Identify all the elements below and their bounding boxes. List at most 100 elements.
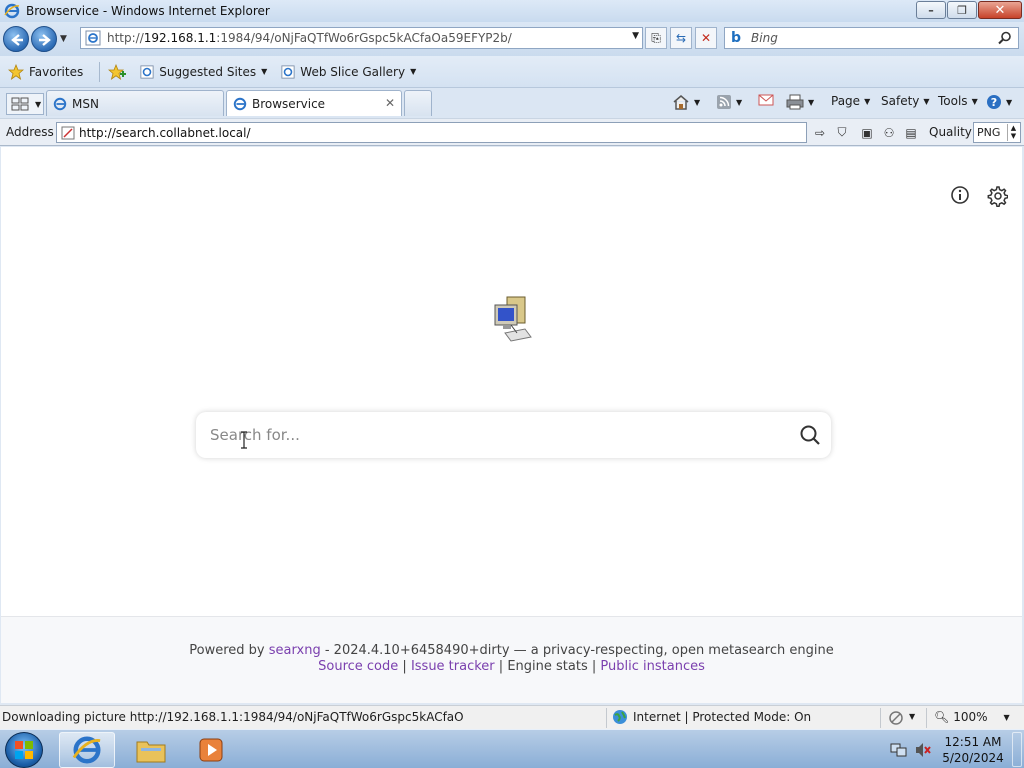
compatibility-icon: ⎘ (651, 30, 661, 45)
start-button[interactable] (5, 732, 43, 768)
help-menu[interactable]: ? ▼ (986, 94, 1012, 110)
web-slice-gallery-link[interactable]: Web Slice Gallery ▼ (281, 65, 416, 79)
chevron-down-icon: ▼ (864, 96, 871, 106)
chevron-down-icon[interactable]: ▼ (808, 98, 814, 107)
page-menu[interactable]: Page ▼ (831, 94, 870, 108)
issue-tracker-link[interactable]: Issue tracker (411, 659, 495, 674)
tab-browservice[interactable]: Browservice ✕ (226, 90, 402, 116)
bookmark-button[interactable]: ⛉ (832, 123, 852, 142)
url-bar[interactable]: http://192.168.1.1:1984/94/oNjFaQTfWo6rG… (80, 27, 643, 49)
public-instances-link[interactable]: Public instances (600, 659, 704, 674)
tools-menu[interactable]: Tools ▼ (938, 94, 978, 108)
chevron-down-icon[interactable]: ▼ (261, 67, 267, 76)
page-broken-icon (61, 126, 75, 139)
quality-spinner[interactable]: ▲ ▼ (1007, 124, 1019, 141)
search-input[interactable] (210, 421, 770, 449)
close-window-button[interactable]: ✕ (978, 1, 1022, 19)
footer-separator: | (498, 659, 504, 674)
taskbar-internet-explorer[interactable] (59, 732, 115, 768)
new-tab-button[interactable] (404, 90, 432, 116)
refresh-button[interactable]: ⇆ (670, 27, 692, 49)
compatibility-view-button[interactable]: ⎘ (645, 27, 667, 49)
quick-tabs-button[interactable]: ▼ (6, 93, 44, 115)
safety-menu[interactable]: Safety ▼ (881, 94, 930, 108)
recent-pages-dropdown[interactable]: ▼ (60, 34, 67, 44)
quality-select[interactable]: PNG ▲ ▼ (973, 122, 1021, 143)
popup-blocker-dropdown[interactable]: ▼ (909, 712, 915, 721)
rss-feed-icon (717, 95, 731, 109)
address-field[interactable]: http://search.collabnet.local/ (56, 122, 807, 143)
url-text[interactable]: http://192.168.1.1:1984/94/oNjFaQTfWo6rG… (107, 31, 512, 45)
find-button[interactable]: ⚇ (879, 123, 899, 142)
status-divider (880, 708, 881, 728)
taskbar-file-explorer[interactable] (123, 732, 179, 768)
url-history-dropdown[interactable]: ▼ (632, 31, 639, 41)
close-icon: ✕ (994, 2, 1006, 18)
info-icon[interactable] (950, 185, 970, 205)
clipboard-button[interactable]: ▤ (901, 123, 921, 142)
folder-icon (136, 741, 166, 763)
read-mail-button[interactable] (758, 94, 774, 106)
close-tab-icon[interactable]: ✕ (385, 96, 395, 110)
volume-muted-icon[interactable] (914, 742, 932, 758)
web-slice-gallery-label: Web Slice Gallery (300, 64, 406, 79)
footer-separator: | (402, 659, 407, 674)
back-button[interactable] (3, 26, 29, 52)
quality-label: Quality (929, 125, 972, 139)
chevron-down-icon[interactable]: ▼ (736, 98, 742, 107)
forward-button[interactable] (31, 26, 57, 52)
search-icon[interactable] (799, 424, 821, 446)
engine-stats-link[interactable]: Engine stats (507, 659, 587, 674)
minimize-icon: – (928, 3, 934, 17)
suggested-sites-link[interactable]: Suggested Sites ▼ (140, 65, 267, 79)
stop-button[interactable]: ✕ (695, 27, 717, 49)
favorites-star-icon (8, 63, 24, 80)
media-player-icon (199, 738, 223, 762)
go-button[interactable]: ⇨ (810, 123, 830, 142)
save-page-button[interactable]: ▣ (857, 123, 877, 142)
chevron-down-icon[interactable]: ▼ (694, 98, 700, 107)
ie-tab-icon (233, 97, 247, 110)
favorites-bar: Favorites Suggested Sites ▼ Web Slice Ga… (0, 56, 1024, 88)
search-box[interactable] (196, 412, 831, 458)
gear-icon[interactable] (986, 185, 1008, 207)
search-icon[interactable] (998, 31, 1012, 45)
security-zone[interactable]: Internet | Protected Mode: On (612, 709, 811, 725)
tab-list-dropdown[interactable]: ▼ (35, 100, 41, 109)
zoom-dropdown[interactable]: ▼ (1004, 713, 1010, 722)
bing-search-box[interactable]: b Bing ▼ (724, 27, 1019, 49)
minimize-button[interactable]: – (916, 1, 946, 19)
favorites-button[interactable]: Favorites (8, 63, 83, 80)
status-bar: Downloading picture http://192.168.1.1:1… (0, 705, 1024, 729)
popup-blocker-icon[interactable] (888, 710, 904, 726)
add-favorite-star-icon (108, 63, 127, 80)
home-button[interactable]: ▼ (672, 94, 700, 110)
version-text: - 2024.4.10+6458490+dirty — a privacy-re… (324, 643, 834, 658)
maximize-button[interactable]: ❐ (947, 1, 977, 19)
back-arrow-icon (11, 34, 23, 46)
add-to-favorites-bar-button[interactable] (108, 63, 127, 80)
chevron-down-icon[interactable]: ▼ (410, 67, 416, 76)
bookmark-icon: ⛉ (837, 125, 847, 139)
printer-icon (786, 94, 804, 110)
footer-separator: | (591, 659, 597, 674)
quality-value: PNG (977, 126, 1001, 139)
globe-icon (613, 710, 627, 724)
zoom-control[interactable]: 🔍︎ 100% ▼ (934, 710, 1010, 724)
tab-msn[interactable]: MSN (46, 90, 224, 116)
network-icon[interactable] (890, 742, 908, 758)
chevron-down-icon: ▼ (1006, 97, 1013, 107)
searxng-link[interactable]: searxng (269, 643, 321, 658)
feeds-button[interactable]: ▼ (716, 94, 742, 110)
print-button[interactable]: ▼ (786, 94, 814, 110)
source-code-link[interactable]: Source code (318, 659, 398, 674)
status-divider (926, 708, 927, 728)
ie-page-icon (85, 30, 101, 46)
system-clock[interactable]: 12:51 AM 5/20/2024 (942, 734, 1004, 766)
page-menu-label: Page (831, 94, 861, 108)
clock-date: 5/20/2024 (942, 751, 1004, 765)
refresh-icon: ⇆ (675, 31, 687, 45)
show-desktop-button[interactable] (1012, 732, 1022, 767)
taskbar-media-player[interactable] (183, 732, 239, 768)
chevron-down-icon: ▼ (923, 96, 930, 106)
